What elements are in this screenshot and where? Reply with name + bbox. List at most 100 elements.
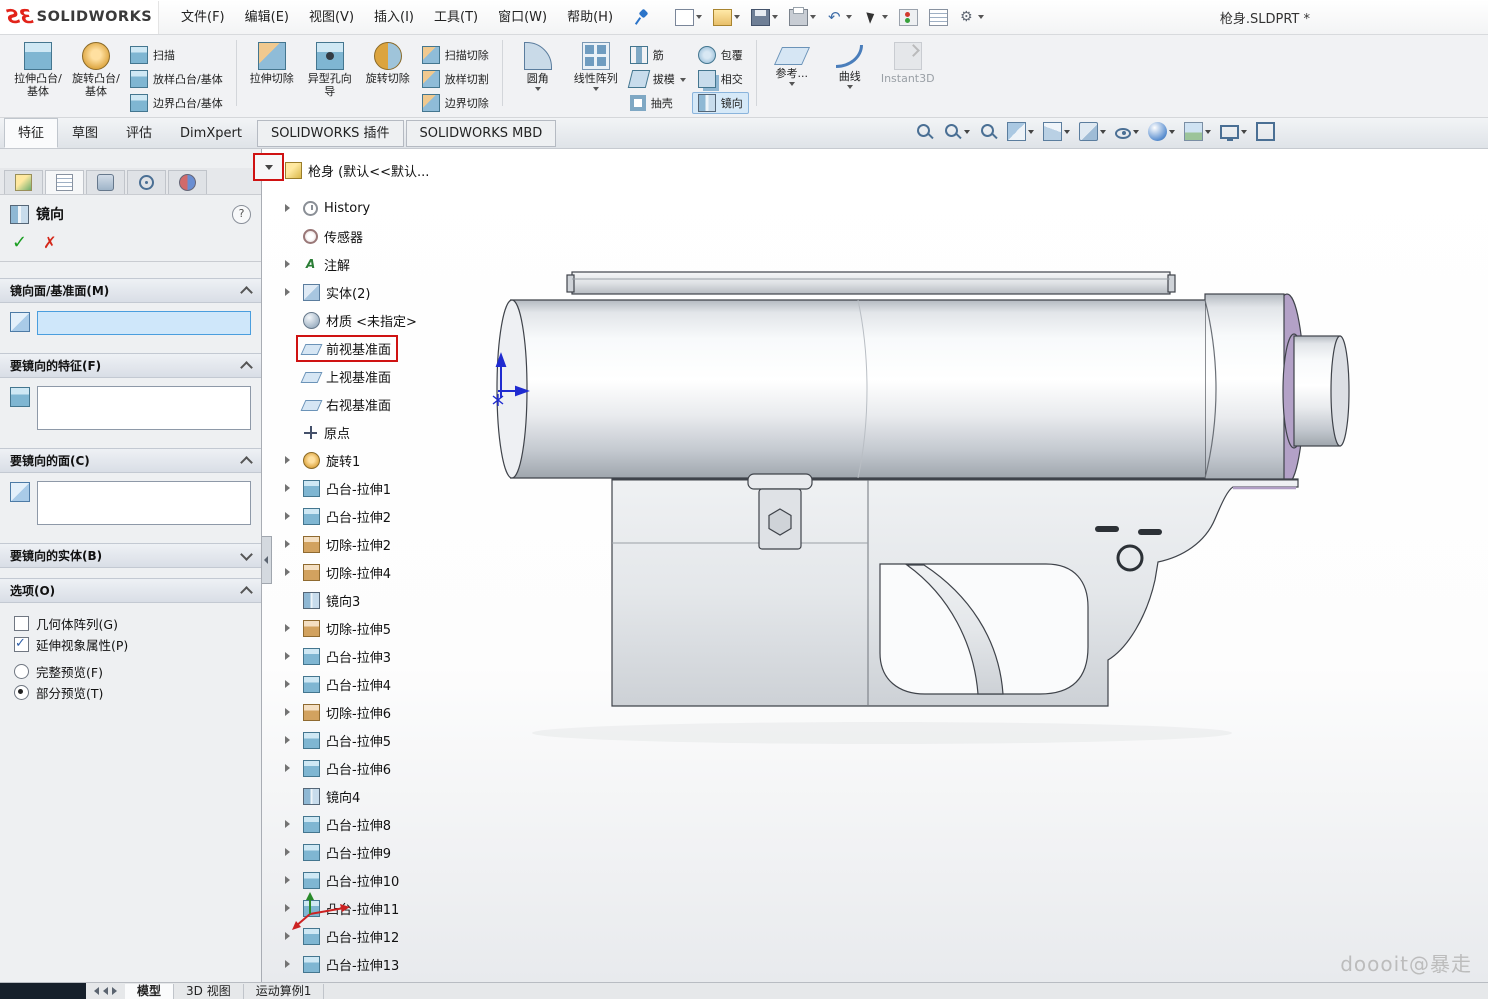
- ribbon-button[interactable]: 扫描: [124, 44, 229, 66]
- expand-caret-icon[interactable]: [285, 761, 298, 776]
- lower-receiver[interactable]: [612, 479, 1298, 706]
- panel-tab[interactable]: [45, 170, 84, 194]
- expand-caret-icon[interactable]: [285, 705, 298, 720]
- tree-item[interactable]: 凸台-拉伸13: [285, 950, 505, 978]
- tree-item[interactable]: 切除-拉伸5: [285, 614, 505, 642]
- tree-item[interactable]: 镜向4: [285, 782, 505, 810]
- view-tool-button[interactable]: [1220, 125, 1247, 139]
- tree-item[interactable]: 前视基准面: [285, 334, 505, 362]
- tree-item[interactable]: 凸台-拉伸10: [285, 866, 505, 894]
- panel-tab[interactable]: [168, 170, 207, 194]
- expand-caret-icon[interactable]: [285, 285, 298, 300]
- expand-caret-icon[interactable]: [285, 481, 298, 496]
- tree-item[interactable]: 右视基准面: [285, 390, 505, 418]
- command-tab[interactable]: SOLIDWORKS MBD: [406, 120, 557, 147]
- expand-caret-icon[interactable]: [285, 229, 298, 244]
- ribbon-button[interactable]: 边界凸台/基体: [124, 92, 229, 114]
- toolbar-button[interactable]: [861, 8, 890, 27]
- tree-item[interactable]: 凸台-拉伸6: [285, 754, 505, 782]
- tree-item[interactable]: 切除-拉伸2: [285, 530, 505, 558]
- ribbon-button[interactable]: 扫描切除: [416, 44, 495, 66]
- menu-item[interactable]: 工具(T): [424, 1, 488, 34]
- annotation-redbox-flyout-button[interactable]: [253, 153, 284, 181]
- expand-caret-icon[interactable]: [285, 845, 298, 860]
- ribbon-button[interactable]: Instant3D: [880, 38, 936, 115]
- view-tool-button[interactable]: [915, 122, 934, 141]
- toolbar-button[interactable]: [927, 7, 950, 28]
- view-tool-button[interactable]: [1184, 122, 1211, 141]
- expand-caret-icon[interactable]: [285, 677, 298, 692]
- document-view-tab[interactable]: 模型: [125, 984, 174, 999]
- command-tab[interactable]: 草图: [58, 118, 112, 148]
- ribbon-button[interactable]: 放样凸台/基体: [124, 68, 229, 90]
- mirror-plane-selection-field[interactable]: [37, 311, 251, 335]
- tree-item[interactable]: 切除-拉伸6: [285, 698, 505, 726]
- command-tab[interactable]: DimXpert: [166, 118, 256, 148]
- toolbar-button[interactable]: [897, 7, 920, 28]
- tree-item[interactable]: 凸台-拉伸4: [285, 670, 505, 698]
- tree-root-item[interactable]: 枪身 (默认<<默认...: [285, 158, 505, 182]
- tree-item[interactable]: 切除-拉伸4: [285, 558, 505, 586]
- ribbon-button[interactable]: 拉伸切除: [244, 38, 300, 115]
- panel-splitter-handle[interactable]: [262, 536, 272, 584]
- expand-caret-icon[interactable]: [285, 789, 298, 804]
- expand-caret-icon[interactable]: [285, 369, 298, 384]
- view-tool-button[interactable]: [943, 122, 970, 141]
- tree-item[interactable]: 实体(2): [285, 278, 505, 306]
- toolbar-button[interactable]: [957, 8, 986, 27]
- expand-caret-icon[interactable]: [285, 425, 298, 440]
- expand-caret-icon[interactable]: [285, 565, 298, 580]
- view-tool-button[interactable]: [1256, 122, 1275, 141]
- receiver-tube[interactable]: [497, 294, 1349, 484]
- panel-tab[interactable]: [4, 170, 43, 194]
- tree-item[interactable]: 凸台-拉伸1: [285, 474, 505, 502]
- toolbar-button[interactable]: [711, 7, 742, 28]
- menu-item[interactable]: 帮助(H): [557, 1, 623, 34]
- ribbon-button[interactable]: 参考...: [764, 38, 820, 115]
- section-header-mirror-face[interactable]: 镜向面/基准面(M): [0, 278, 261, 303]
- tab-scroll-left-icon[interactable]: [103, 987, 108, 995]
- tree-item[interactable]: 传感器: [285, 222, 505, 250]
- expand-caret-icon[interactable]: [285, 621, 298, 636]
- tree-item[interactable]: 凸台-拉伸8: [285, 810, 505, 838]
- tree-item[interactable]: 凸台-拉伸9: [285, 838, 505, 866]
- expand-caret-icon[interactable]: [285, 873, 298, 888]
- view-tool-button[interactable]: [1007, 122, 1034, 141]
- ribbon-button[interactable]: 拉伸凸台/基体: [10, 38, 66, 115]
- tree-item[interactable]: 材质 <未指定>: [285, 306, 505, 334]
- tree-item[interactable]: 上视基准面: [285, 362, 505, 390]
- ribbon-button[interactable]: 线性阵列: [568, 38, 624, 115]
- tree-item[interactable]: History: [285, 194, 505, 222]
- ribbon-button[interactable]: 旋转凸台/基体: [68, 38, 124, 115]
- ribbon-button[interactable]: 圆角: [510, 38, 566, 115]
- ribbon-button[interactable]: 相交: [692, 68, 749, 90]
- ribbon-button[interactable]: 异型孔向导: [302, 38, 358, 115]
- menu-item[interactable]: 插入(I): [364, 1, 424, 34]
- option-radio[interactable]: 完整预览(F): [14, 661, 103, 682]
- menu-item[interactable]: 视图(V): [299, 1, 364, 34]
- section-header-faces[interactable]: 要镜向的面(C): [0, 448, 261, 473]
- help-icon[interactable]: ?: [232, 205, 251, 224]
- tree-item[interactable]: 凸台-拉伸2: [285, 502, 505, 530]
- toolbar-button[interactable]: [749, 7, 780, 28]
- command-tab[interactable]: 评估: [112, 118, 166, 148]
- expand-caret-icon[interactable]: [285, 509, 298, 524]
- expand-caret-icon[interactable]: [285, 397, 298, 412]
- ribbon-button[interactable]: 镜向: [692, 92, 749, 114]
- section-header-bodies[interactable]: 要镜向的实体(B): [0, 543, 261, 568]
- tree-item[interactable]: 凸台-拉伸5: [285, 726, 505, 754]
- ok-button[interactable]: ✓: [12, 232, 27, 253]
- view-tool-button[interactable]: [979, 122, 998, 141]
- expand-caret-icon[interactable]: [285, 957, 298, 972]
- toolbar-button[interactable]: [673, 7, 704, 28]
- tree-item[interactable]: 注解: [285, 250, 505, 278]
- cancel-button[interactable]: ✗: [43, 233, 56, 252]
- toolbar-button[interactable]: [825, 8, 854, 27]
- expand-caret-icon[interactable]: [285, 201, 298, 216]
- expand-caret-icon[interactable]: [285, 593, 298, 608]
- menu-item[interactable]: 窗口(W): [488, 1, 557, 34]
- faces-selection-field[interactable]: [37, 481, 251, 525]
- expand-caret-icon[interactable]: [285, 341, 298, 356]
- tree-item[interactable]: 原点: [285, 418, 505, 446]
- menu-item[interactable]: 文件(F): [171, 1, 235, 34]
